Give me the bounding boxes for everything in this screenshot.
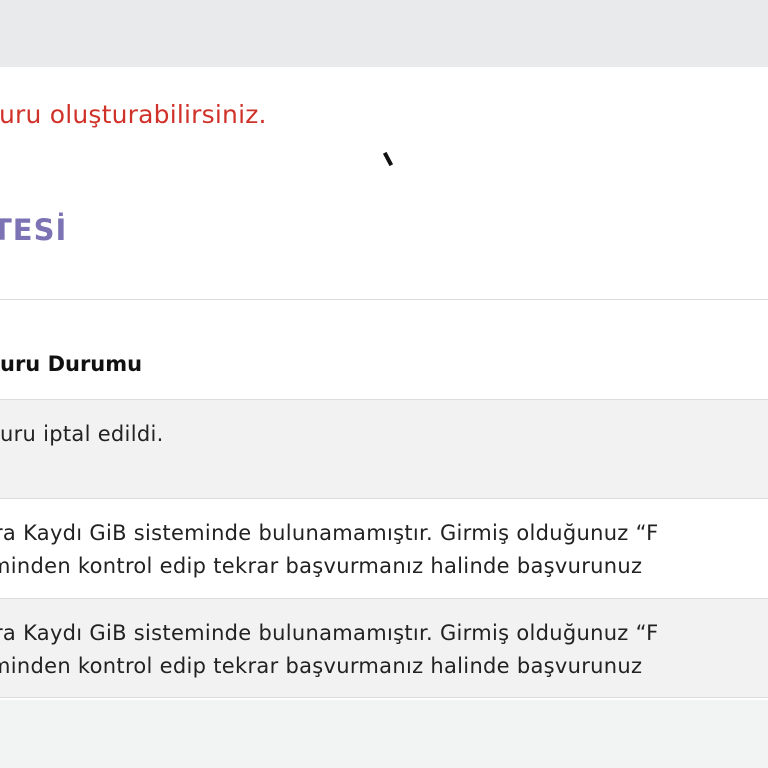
- section-title: TESİ: [0, 213, 68, 247]
- status-cell-line: minden kontrol edip tekrar başvurmanız h…: [0, 654, 643, 678]
- table-row: uru iptal edildi.: [0, 399, 768, 499]
- status-cell-line: minden kontrol edip tekrar başvurmanız h…: [0, 554, 643, 578]
- status-cell: uru iptal edildi.: [0, 422, 164, 446]
- status-cell-line: ra Kaydı GiB sisteminde bulunamamıştır. …: [0, 621, 659, 645]
- info-notice: vuru oluşturabilirsiniz.: [0, 100, 267, 129]
- cursor-mark: [382, 151, 394, 167]
- section-divider: [0, 299, 768, 300]
- column-header-status: uru Durumu: [0, 352, 143, 376]
- table-row: ra Kaydı GiB sisteminde bulunamamıştır. …: [0, 498, 768, 598]
- table-row: ra Kaydı GiB sisteminde bulunamamıştır. …: [0, 598, 768, 698]
- status-cell-line: ra Kaydı GiB sisteminde bulunamamıştır. …: [0, 521, 659, 545]
- top-bar: [0, 0, 768, 67]
